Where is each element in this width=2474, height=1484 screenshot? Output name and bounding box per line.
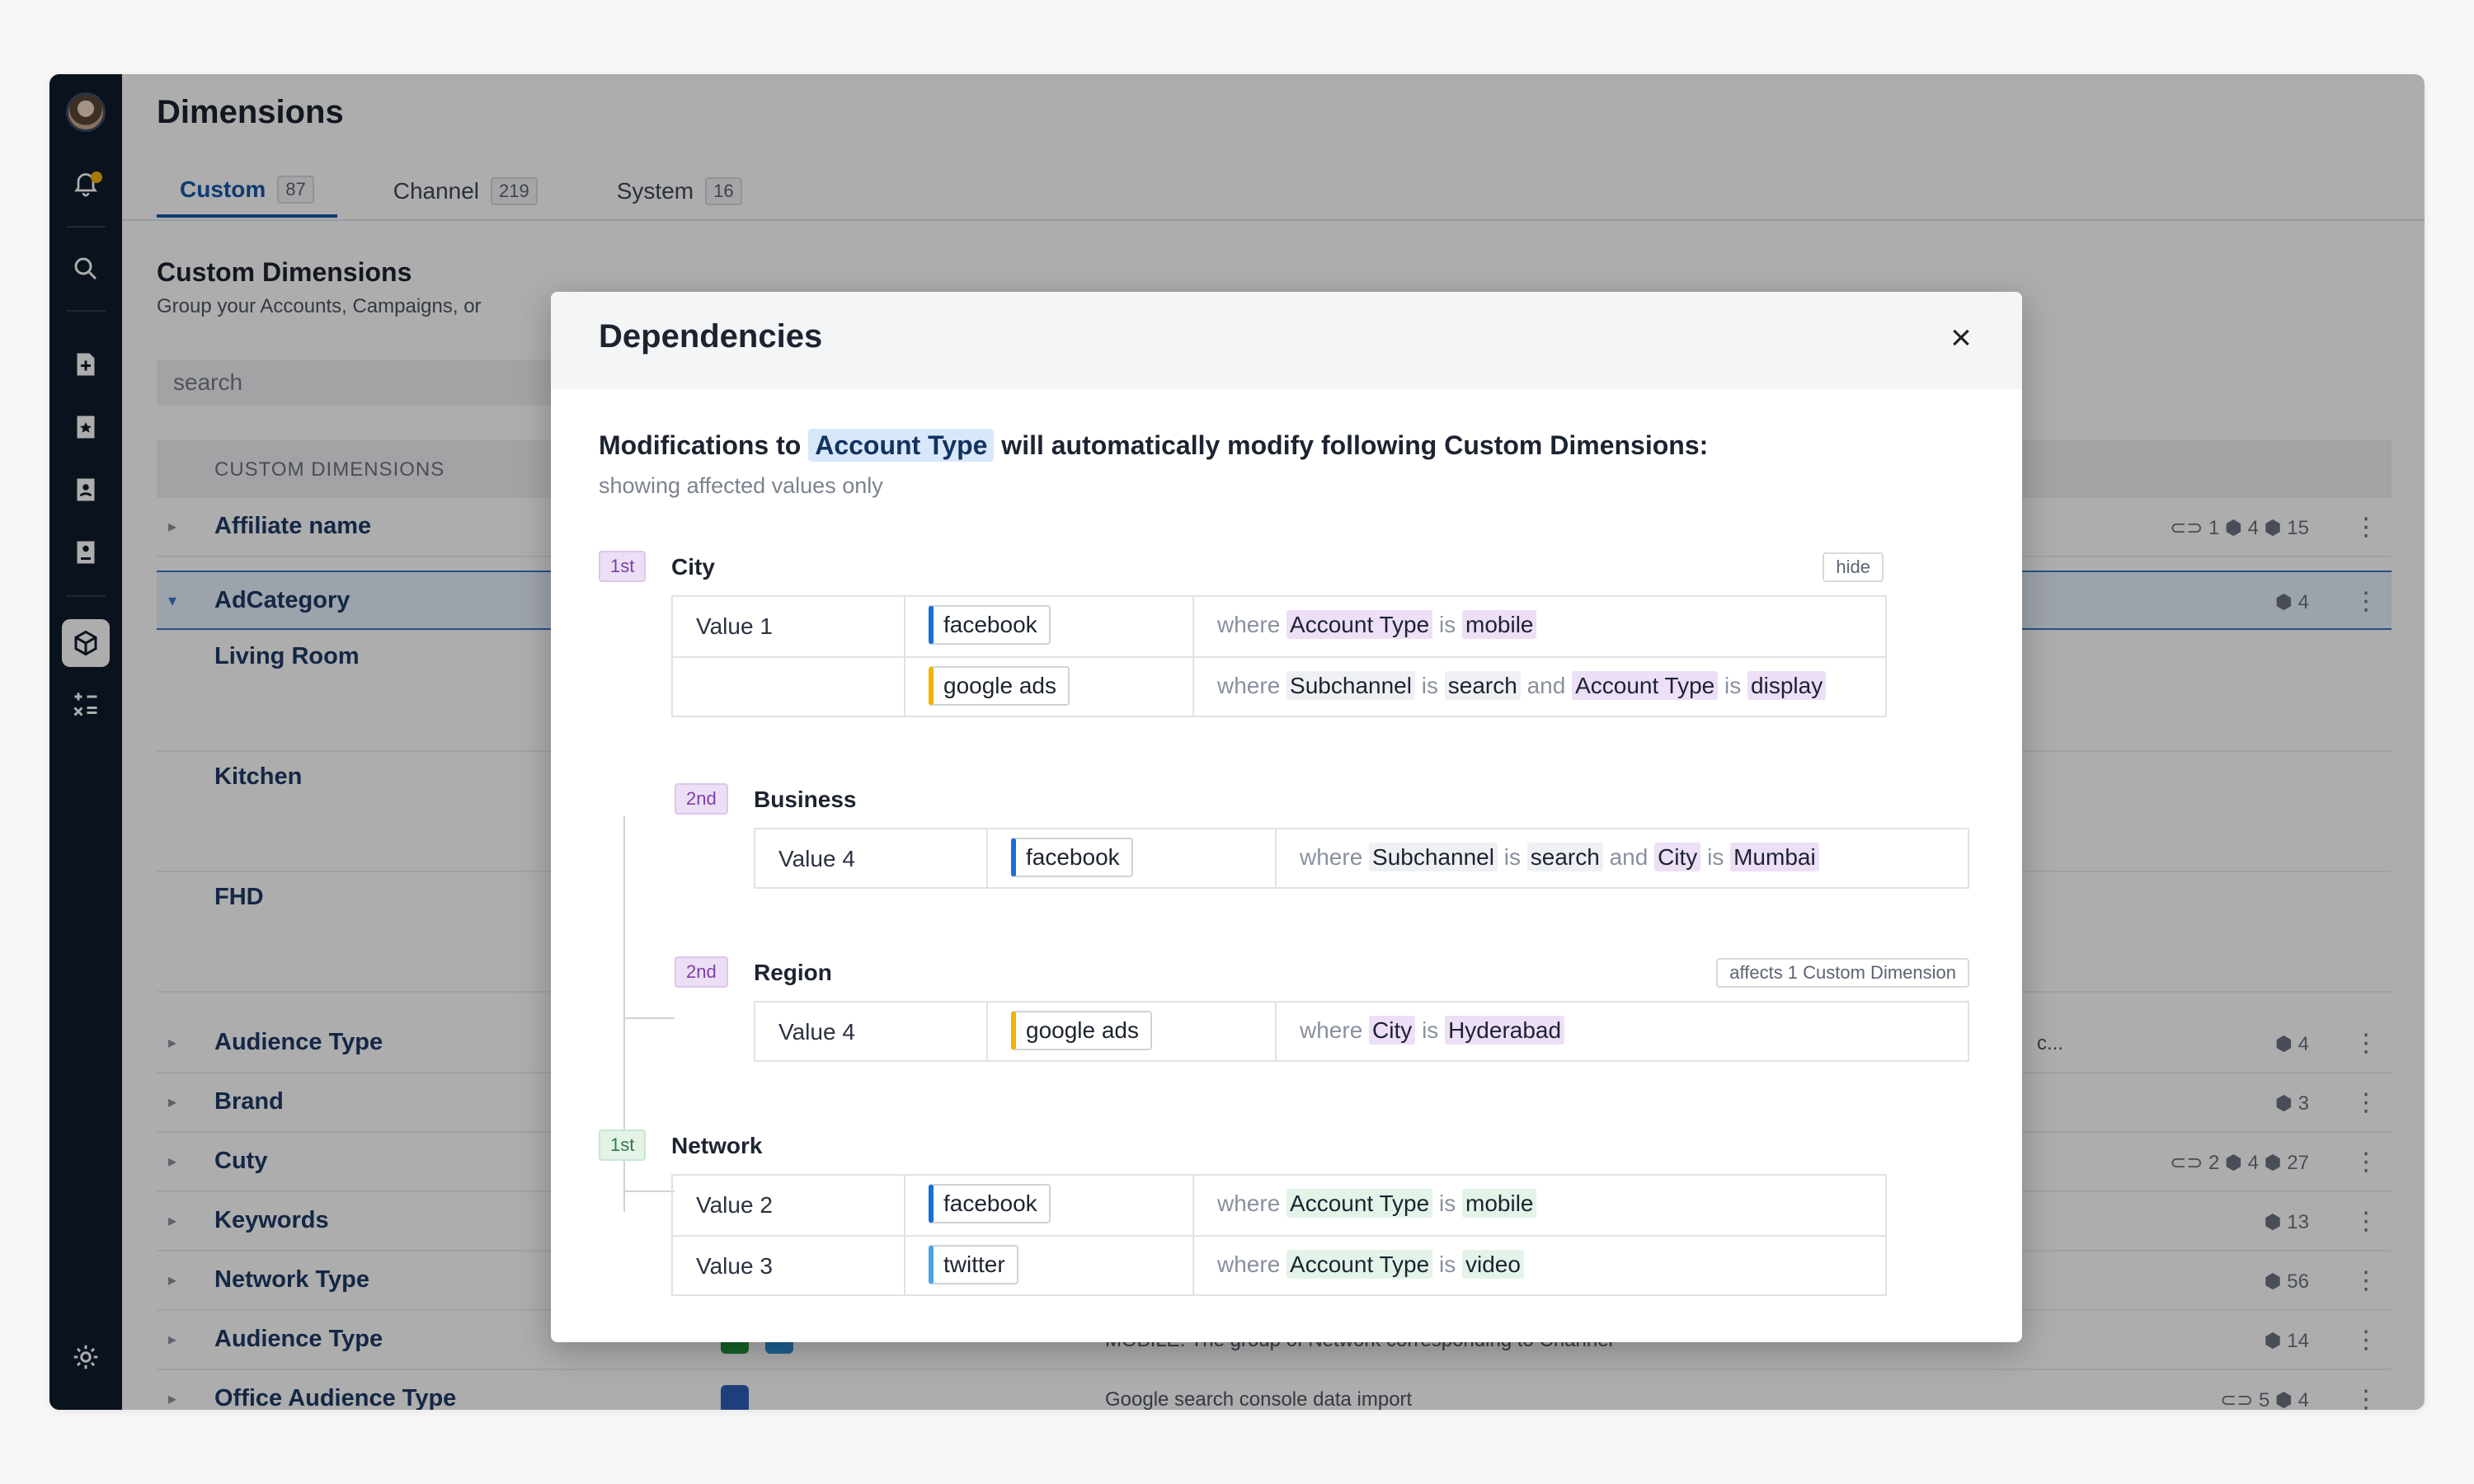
condition-operator: is: [1421, 673, 1438, 698]
modal-title: Dependencies: [599, 318, 823, 355]
dependency-table: Value 1 facebook where Account Type is m…: [671, 595, 1887, 717]
tree-connector: [623, 1190, 675, 1192]
tier-badge: 1st: [599, 551, 647, 582]
source-cell: facebook: [986, 829, 1275, 889]
tier-badge: 1st: [599, 1129, 647, 1161]
condition-operator: is: [1724, 673, 1742, 698]
source-tag: twitter: [929, 1245, 1018, 1284]
tier-badge: 2nd: [675, 956, 728, 988]
condition-term: mobile: [1462, 610, 1537, 639]
dependency-row: Value 4 facebook where Subchannel is sea…: [755, 829, 1968, 889]
source-tag: facebook: [929, 1184, 1051, 1223]
value-cell: Value 1: [696, 613, 773, 639]
dependency-row: Value 2 facebook where Account Type is m…: [673, 1176, 1885, 1235]
condition-term: search: [1444, 671, 1521, 700]
condition-term: Hyderabad: [1445, 1016, 1565, 1045]
condition-operator: is: [1707, 844, 1724, 870]
condition-operator: where: [1217, 1190, 1281, 1216]
dependency-row: Value 1 facebook where Account Type is m…: [673, 597, 1885, 656]
condition-operator: and: [1609, 844, 1649, 870]
lead-prefix: Modifications to: [599, 430, 802, 460]
condition-cell: where Account Type is mobile: [1192, 597, 1885, 656]
condition-term: Account Type: [1286, 1189, 1433, 1218]
condition-operator: is: [1422, 1017, 1439, 1043]
condition-operator: where: [1217, 673, 1281, 698]
modal-lead: Modifications to Account Type will autom…: [599, 429, 1709, 462]
condition-term: Subchannel: [1369, 843, 1498, 871]
group-title: City: [671, 554, 715, 580]
condition-term: Account Type: [1286, 1250, 1433, 1279]
condition-term: mobile: [1462, 1189, 1537, 1218]
group-title: Region: [754, 960, 832, 985]
tier-badge: 2nd: [675, 783, 728, 815]
dependency-row: Value 3 twitter where Account Type is vi…: [673, 1235, 1885, 1294]
dependency-table: Value 4 facebook where Subchannel is sea…: [754, 828, 1969, 889]
dependency-row: Value 4 google ads where City is Hyderab…: [755, 1003, 1968, 1062]
condition-term: video: [1462, 1250, 1524, 1279]
group-title: Business: [754, 787, 857, 812]
source-cell: facebook: [904, 597, 1192, 656]
condition-operator: where: [1300, 1017, 1363, 1043]
condition-operator: and: [1526, 673, 1566, 698]
condition-term: Account Type: [1286, 610, 1433, 639]
condition-cell: where Account Type is video: [1192, 1237, 1885, 1294]
value-cell: Value 2: [696, 1192, 773, 1218]
condition-term: City: [1369, 1016, 1416, 1045]
dependency-table: Value 2 facebook where Account Type is m…: [671, 1174, 1887, 1296]
modal-header: Dependencies ×: [551, 292, 2022, 389]
condition-cell: where Account Type is mobile: [1192, 1176, 1885, 1235]
value-cell: [673, 658, 904, 716]
condition-operator: is: [1438, 612, 1456, 637]
source-cell: google ads: [986, 1003, 1275, 1062]
dependency-table: Value 4 google ads where City is Hyderab…: [754, 1001, 1969, 1062]
value-cell: Value 4: [778, 846, 855, 871]
condition-operator: is: [1438, 1252, 1456, 1277]
condition-operator: where: [1300, 844, 1363, 870]
condition-term: Subchannel: [1286, 671, 1415, 700]
affects-button[interactable]: affects 1 Custom Dimension: [1716, 958, 1969, 988]
condition-term: Mumbai: [1730, 843, 1819, 871]
source-cell: google ads: [904, 658, 1192, 716]
condition-operator: where: [1217, 1252, 1281, 1277]
source-tag: google ads: [929, 666, 1070, 706]
app-window: Dimensions Custom 87 Channel 219 System …: [49, 74, 2425, 1410]
condition-operator: where: [1217, 612, 1281, 637]
condition-operator: is: [1438, 1190, 1456, 1216]
lead-term: Account Type: [808, 429, 995, 462]
dependencies-modal: Dependencies × Modifications to Account …: [551, 292, 2022, 1342]
condition-term: City: [1654, 843, 1701, 871]
condition-term: Account Type: [1572, 671, 1719, 700]
condition-term: search: [1526, 843, 1603, 871]
condition-term: display: [1747, 671, 1827, 700]
source-tag: facebook: [929, 605, 1051, 645]
source-tag: google ads: [1011, 1011, 1153, 1050]
value-cell: Value 3: [696, 1253, 773, 1279]
source-cell: facebook: [904, 1176, 1192, 1235]
source-tag: facebook: [1011, 838, 1133, 877]
value-cell: Value 4: [778, 1019, 855, 1045]
condition-operator: is: [1503, 844, 1521, 870]
condition-cell: where Subchannel is search and City is M…: [1275, 829, 1968, 889]
source-cell: twitter: [904, 1237, 1192, 1294]
close-icon[interactable]: ×: [1943, 320, 1979, 358]
lead-suffix: will automatically modify following Cust…: [1001, 430, 1709, 460]
lead-subtitle: showing affected values only: [599, 473, 883, 498]
tree-connector: [623, 1017, 675, 1019]
hide-button[interactable]: hide: [1823, 552, 1884, 582]
group-title: Network: [671, 1133, 763, 1158]
condition-cell: where City is Hyderabad: [1275, 1003, 1968, 1062]
condition-cell: where Subchannel is search and Account T…: [1192, 658, 1885, 716]
dependency-row: google ads where Subchannel is search an…: [673, 656, 1885, 716]
